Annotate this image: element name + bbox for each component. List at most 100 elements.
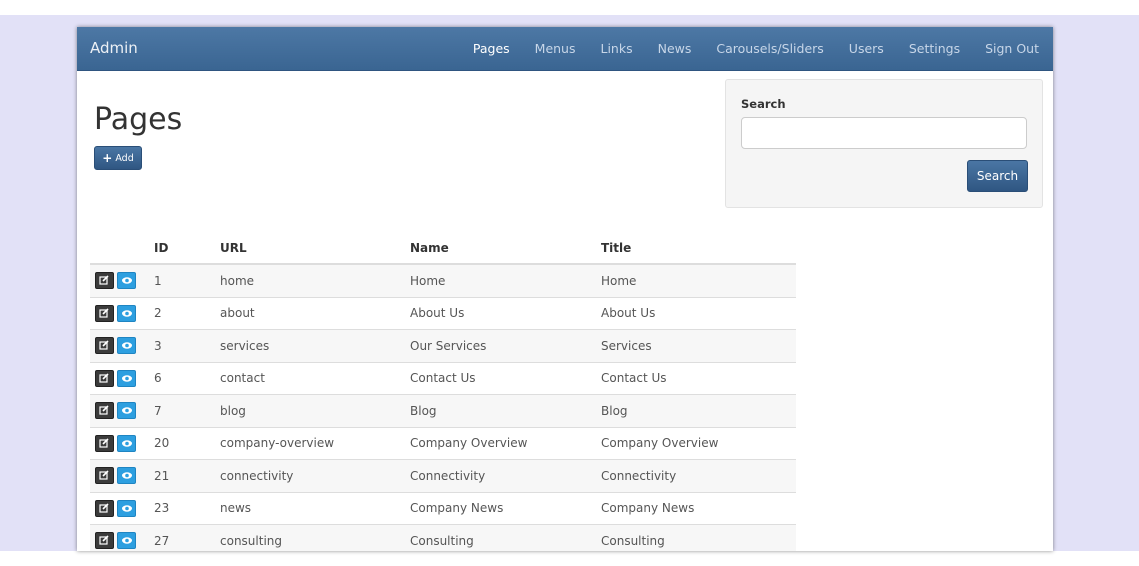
- edit-button[interactable]: [95, 532, 114, 550]
- edit-icon: [99, 373, 109, 383]
- row-title: Company Overview: [601, 426, 796, 460]
- search-button[interactable]: Search: [967, 160, 1028, 192]
- row-id: 7: [154, 394, 220, 427]
- eye-icon: [122, 375, 132, 382]
- edit-icon: [99, 340, 109, 350]
- eye-icon: [122, 537, 132, 544]
- nav-item-links[interactable]: Links: [601, 41, 633, 56]
- eye-icon: [122, 505, 132, 512]
- row-title: Consulting: [601, 524, 796, 551]
- edit-button[interactable]: [95, 304, 114, 322]
- nav-item-news[interactable]: News: [658, 41, 692, 56]
- search-input[interactable]: [741, 117, 1027, 149]
- table-header-row: ID URL Name Title: [90, 232, 796, 265]
- view-button[interactable]: [117, 467, 136, 485]
- row-url: contact: [220, 361, 410, 395]
- url-header: URL: [220, 232, 410, 265]
- row-actions: [90, 426, 154, 460]
- row-id: 23: [154, 491, 220, 525]
- view-button[interactable]: [117, 434, 136, 452]
- row-url: connectivity: [220, 459, 410, 492]
- add-page-button[interactable]: + Add: [94, 146, 142, 170]
- table-row: 3 services Our Services Services: [90, 329, 796, 362]
- edit-icon: [99, 405, 109, 415]
- edit-button[interactable]: [95, 369, 114, 387]
- nav-item-menus[interactable]: Menus: [535, 41, 576, 56]
- view-button[interactable]: [117, 304, 136, 322]
- row-id: 27: [154, 524, 220, 551]
- row-url: consulting: [220, 524, 410, 551]
- edit-button[interactable]: [95, 337, 114, 355]
- row-actions: [90, 296, 154, 330]
- table-row: 7 blog Blog Blog: [90, 394, 796, 427]
- row-actions: [90, 394, 154, 427]
- row-id: 20: [154, 426, 220, 460]
- table-row: 23 news Company News Company News: [90, 491, 796, 525]
- row-id: 1: [154, 263, 220, 297]
- row-name: Connectivity: [410, 459, 601, 492]
- nav-item-pages[interactable]: Pages: [473, 41, 510, 56]
- row-id: 2: [154, 296, 220, 330]
- top-navbar: Admin Pages Menus Links News Carousels/S…: [77, 27, 1053, 71]
- row-name: About Us: [410, 296, 601, 330]
- row-title: Blog: [601, 394, 796, 427]
- row-actions: [90, 361, 154, 395]
- row-actions: [90, 459, 154, 492]
- table-row: 2 about About Us About Us: [90, 296, 796, 330]
- search-label: Search: [741, 97, 786, 111]
- edit-button[interactable]: [95, 272, 114, 290]
- edit-button[interactable]: [95, 402, 114, 420]
- row-url: news: [220, 491, 410, 525]
- nav-item-sign-out[interactable]: Sign Out: [985, 41, 1039, 56]
- edit-icon: [99, 275, 109, 285]
- table-row: 21 connectivity Connectivity Connectivity: [90, 459, 796, 492]
- row-title: Connectivity: [601, 459, 796, 492]
- search-panel: Search Search: [725, 79, 1043, 208]
- eye-icon: [122, 342, 132, 349]
- row-title: Services: [601, 329, 796, 362]
- row-url: services: [220, 329, 410, 362]
- row-title: Contact Us: [601, 361, 796, 395]
- name-header: Name: [410, 232, 601, 265]
- row-title: About Us: [601, 296, 796, 330]
- eye-icon: [122, 407, 132, 414]
- row-url: company-overview: [220, 426, 410, 460]
- nav-links: Pages Menus Links News Carousels/Sliders…: [473, 27, 1053, 70]
- actions-header: [90, 232, 154, 265]
- edit-button[interactable]: [95, 499, 114, 517]
- row-name: Our Services: [410, 329, 601, 362]
- eye-icon: [122, 277, 132, 284]
- table-row: 1 home Home Home: [90, 263, 796, 297]
- row-actions: [90, 263, 154, 297]
- brand-link[interactable]: Admin: [90, 39, 138, 57]
- row-actions: [90, 491, 154, 525]
- view-button[interactable]: [117, 369, 136, 387]
- eye-icon: [122, 440, 132, 447]
- row-name: Home: [410, 263, 601, 297]
- edit-icon: [99, 438, 109, 448]
- edit-button[interactable]: [95, 434, 114, 452]
- row-name: Company News: [410, 491, 601, 525]
- edit-button[interactable]: [95, 467, 114, 485]
- id-header: ID: [154, 232, 220, 265]
- edit-icon: [99, 470, 109, 480]
- row-id: 6: [154, 361, 220, 395]
- view-button[interactable]: [117, 499, 136, 517]
- row-id: 3: [154, 329, 220, 362]
- row-url: home: [220, 263, 410, 297]
- row-actions: [90, 524, 154, 551]
- table-row: 27 consulting Consulting Consulting: [90, 524, 796, 551]
- view-button[interactable]: [117, 402, 136, 420]
- view-button[interactable]: [117, 337, 136, 355]
- view-button[interactable]: [117, 532, 136, 550]
- row-title: Company News: [601, 491, 796, 525]
- nav-item-settings[interactable]: Settings: [909, 41, 960, 56]
- eye-icon: [122, 310, 132, 317]
- nav-item-users[interactable]: Users: [849, 41, 884, 56]
- row-url: blog: [220, 394, 410, 427]
- row-name: Consulting: [410, 524, 601, 551]
- edit-icon: [99, 503, 109, 513]
- view-button[interactable]: [117, 272, 136, 290]
- nav-item-carousels-sliders[interactable]: Carousels/Sliders: [716, 41, 823, 56]
- edit-icon: [99, 535, 109, 545]
